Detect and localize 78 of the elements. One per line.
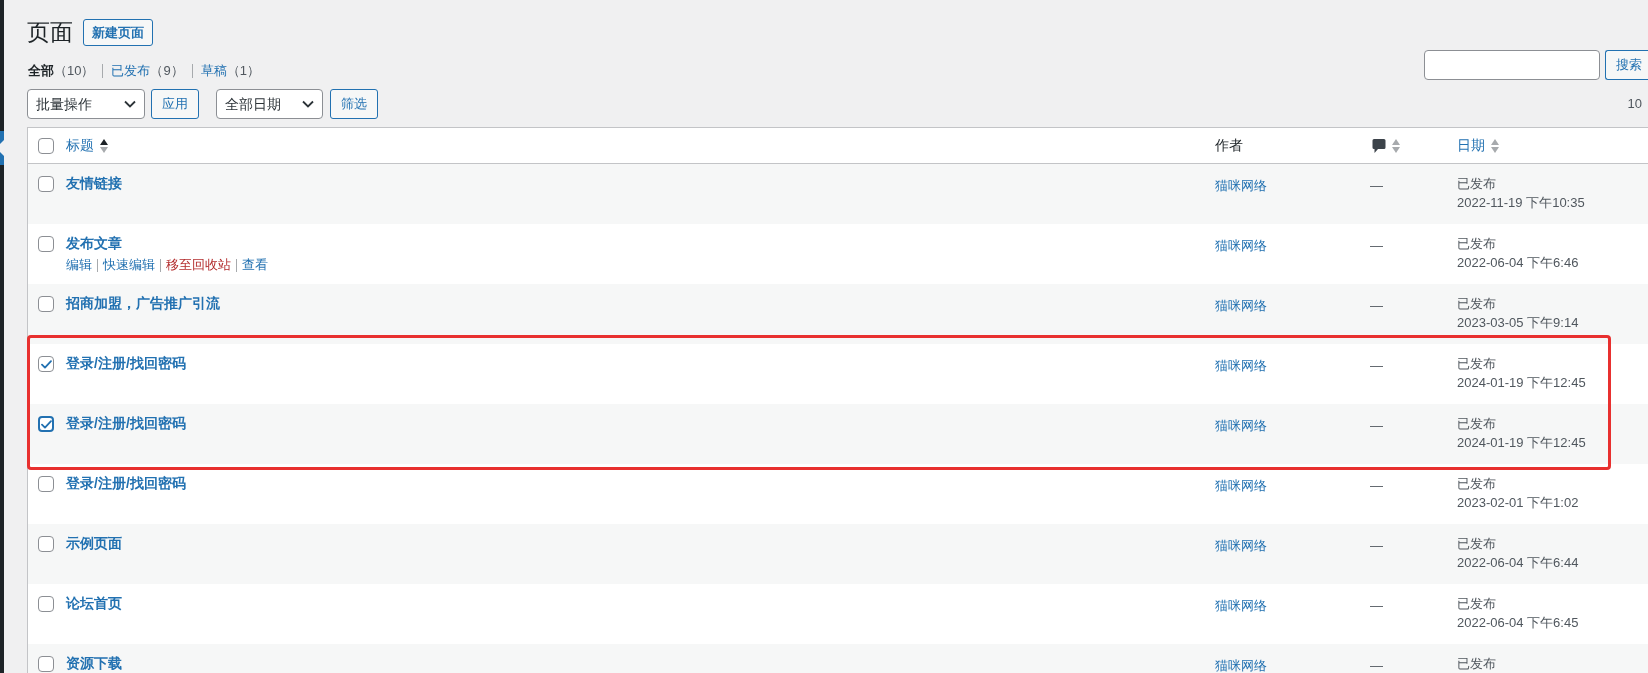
date-text: 2023-03-05 下午9:14 (1457, 314, 1579, 332)
page-title-link[interactable]: 资源下载 (66, 653, 122, 673)
author-link[interactable]: 猫咪网络 (1215, 658, 1267, 673)
page-title-link[interactable]: 论坛首页 (66, 593, 122, 613)
row-action-link[interactable]: 编辑 (66, 255, 92, 275)
row-action-link[interactable]: 查看 (242, 255, 268, 275)
page-title-link[interactable]: 发布文章 (66, 233, 122, 253)
date-text: 2022-06-04 下午6:45 (1457, 614, 1579, 632)
view-filter-link[interactable]: 已发布（9） (111, 62, 184, 80)
comment-count-text: — (1370, 478, 1383, 493)
row-checkbox[interactable] (38, 656, 54, 672)
comment-count-text: — (1370, 598, 1383, 613)
status-text: 已发布 (1457, 475, 1496, 493)
comment-count-text: — (1370, 658, 1383, 673)
comment-count-text: — (1370, 538, 1383, 553)
row-checkbox[interactable] (38, 176, 54, 192)
comment-count-text: — (1370, 178, 1383, 193)
page-title-link[interactable]: 登录/注册/找回密码 (66, 353, 186, 373)
row-checkbox[interactable] (38, 356, 54, 372)
page-title-link[interactable]: 登录/注册/找回密码 (66, 473, 186, 493)
author-link[interactable]: 猫咪网络 (1215, 478, 1267, 493)
comment-count-text: — (1370, 298, 1383, 313)
page-heading: 页面 (27, 19, 73, 46)
date-text: 2022-06-04 下午6:44 (1457, 554, 1579, 572)
column-header-link[interactable]: 标题 (66, 135, 94, 156)
status-text: 已发布 (1457, 175, 1496, 193)
author-link[interactable]: 猫咪网络 (1215, 358, 1267, 373)
status-text: 已发布 (1457, 355, 1496, 373)
row-checkbox[interactable] (38, 296, 54, 312)
date-text: 2023-02-01 下午1:02 (1457, 494, 1579, 512)
search-button[interactable]: 搜索 (1605, 50, 1648, 80)
select-all-checkbox[interactable] (38, 137, 54, 154)
filter-button[interactable]: 筛选 (330, 89, 378, 119)
date-text: 2022-11-19 下午10:35 (1457, 194, 1585, 212)
view-filter-link[interactable]: 全部（10） (28, 62, 95, 80)
comment-count-text: — (1370, 418, 1383, 433)
date-text: 2022-06-04 下午6:46 (1457, 254, 1579, 272)
chevron-down-icon (302, 100, 314, 108)
page-title-link[interactable]: 登录/注册/找回密码 (66, 413, 186, 433)
row-checkbox[interactable] (38, 596, 54, 612)
comment-count-text: — (1370, 358, 1383, 373)
check-icon (40, 359, 52, 369)
author-link[interactable]: 猫咪网络 (1215, 538, 1267, 553)
author-link[interactable]: 猫咪网络 (1215, 238, 1267, 253)
status-text: 已发布 (1457, 235, 1496, 253)
comment-bubble-icon (1372, 137, 1386, 154)
chevron-down-icon (124, 100, 136, 108)
status-text: 已发布 (1457, 415, 1496, 433)
row-action-link[interactable]: 快速编辑 (103, 255, 155, 275)
author-link[interactable]: 猫咪网络 (1215, 178, 1267, 193)
page-title-link[interactable]: 示例页面 (66, 533, 122, 553)
status-text: 已发布 (1457, 595, 1496, 613)
check-icon (40, 419, 52, 429)
add-new-page-button[interactable]: 新建页面 (83, 19, 153, 46)
row-checkbox[interactable] (38, 416, 54, 432)
author-link[interactable]: 猫咪网络 (1215, 298, 1267, 313)
date-filter-select[interactable]: 全部日期 (216, 89, 323, 119)
view-filter-link[interactable]: 草稿（1） (200, 62, 260, 80)
row-checkbox[interactable] (38, 536, 54, 552)
date-text: 2024-01-19 下午12:45 (1457, 434, 1586, 452)
row-action-link[interactable]: 移至回收站 (166, 255, 231, 275)
status-text: 已发布 (1457, 655, 1496, 673)
bulk-actions-select[interactable]: 批量操作 (27, 89, 145, 119)
row-checkbox[interactable] (38, 476, 54, 492)
column-header-link[interactable]: 日期 (1457, 135, 1485, 156)
status-text: 已发布 (1457, 535, 1496, 553)
page-title-link[interactable]: 招商加盟，广告推广引流 (66, 293, 220, 313)
date-text: 2024-01-19 下午12:45 (1457, 374, 1586, 392)
comment-count-text: — (1370, 238, 1383, 253)
search-field[interactable] (1424, 50, 1600, 80)
page-title-link[interactable]: 友情链接 (66, 173, 122, 193)
author-link[interactable]: 猫咪网络 (1215, 598, 1267, 613)
apply-button[interactable]: 应用 (151, 89, 199, 119)
author-link[interactable]: 猫咪网络 (1215, 418, 1267, 433)
items-count: 10 (1627, 95, 1642, 114)
column-header: 作者 (1215, 136, 1243, 155)
row-checkbox[interactable] (38, 236, 54, 252)
status-text: 已发布 (1457, 295, 1496, 313)
